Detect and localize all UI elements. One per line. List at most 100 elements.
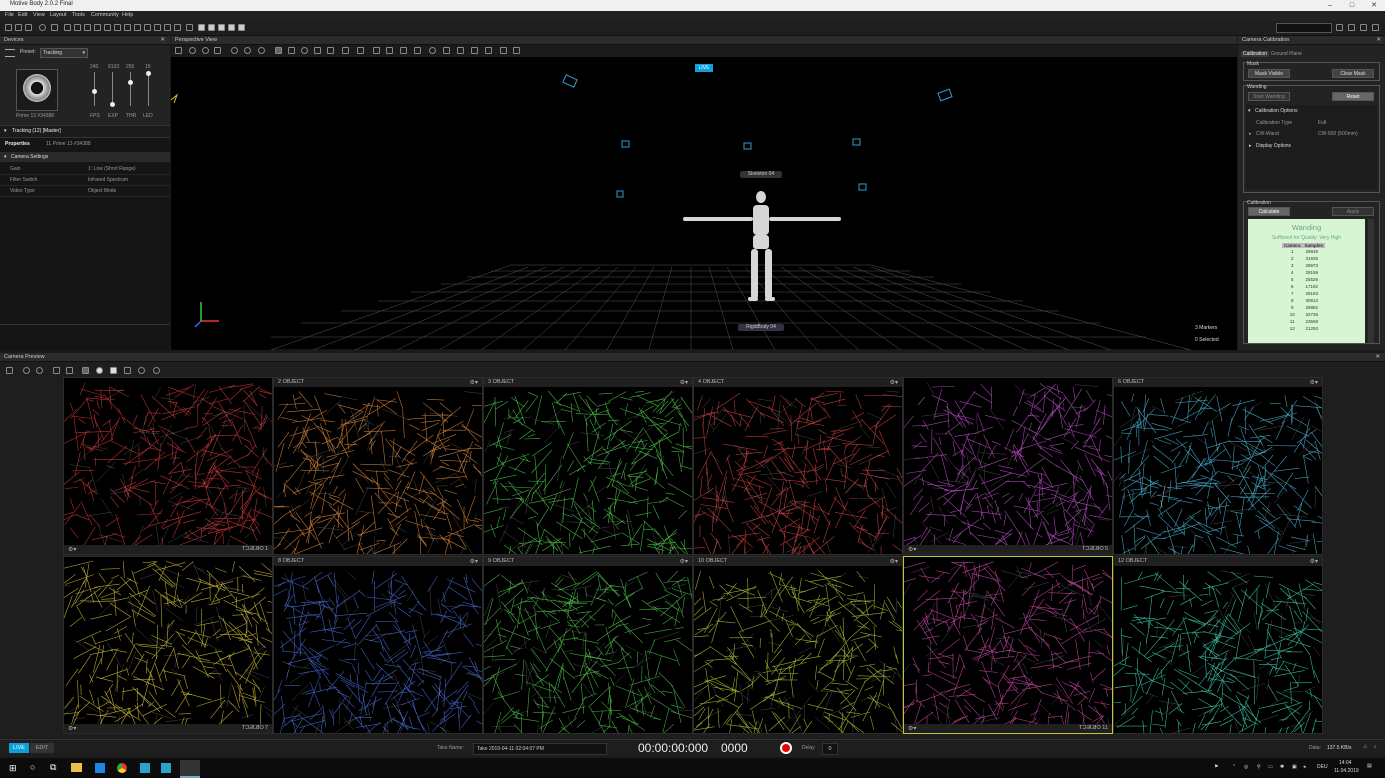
expand-arrow-icon[interactable]: ▸ bbox=[1249, 143, 1252, 149]
camera-tile-12[interactable]: 12 OBJECT ⚙▾ bbox=[1113, 556, 1323, 734]
zoom-out-icon[interactable] bbox=[244, 47, 251, 54]
bone-icon[interactable] bbox=[414, 47, 421, 54]
gear-icon[interactable]: ⚙▾ bbox=[1310, 379, 1318, 388]
exp-handle[interactable] bbox=[110, 102, 115, 107]
camera-view-icon[interactable] bbox=[189, 47, 196, 54]
menu-view[interactable]: View bbox=[33, 12, 45, 18]
pivot-icon[interactable] bbox=[342, 47, 349, 54]
maximize-button[interactable]: □ bbox=[1341, 0, 1363, 11]
tracking-group-row[interactable]: ▾ Tracking (12) [Master] bbox=[0, 125, 170, 137]
mask-circle-icon[interactable] bbox=[96, 367, 103, 374]
layout-5-icon[interactable] bbox=[238, 24, 245, 31]
menu-tools[interactable]: Tools bbox=[72, 12, 85, 18]
expand-arrow-icon[interactable]: ▸ bbox=[1249, 131, 1252, 137]
align-icon[interactable] bbox=[357, 47, 364, 54]
gear-icon[interactable]: ⚙▾ bbox=[908, 546, 916, 554]
rigid-body-label[interactable]: RigidBody 04 bbox=[738, 324, 784, 331]
gear-icon[interactable]: ⚙▾ bbox=[470, 379, 478, 388]
video-icon[interactable] bbox=[214, 47, 221, 54]
window-4-icon[interactable] bbox=[1372, 24, 1379, 31]
camera-tile-9[interactable]: 9 OBJECT ⚙▾ bbox=[483, 556, 693, 734]
warning-icon[interactable]: ⚠ bbox=[1363, 744, 1367, 750]
settings-icon[interactable] bbox=[174, 24, 181, 31]
bluetooth-icon[interactable]: ✱ bbox=[1280, 764, 1284, 770]
skeleton-label[interactable]: Skeleton 04 bbox=[740, 171, 782, 178]
arrange-icon[interactable] bbox=[386, 47, 393, 54]
collapse-arrow-icon[interactable]: ▾ bbox=[1248, 108, 1251, 114]
tab-calibration[interactable]: Calibration bbox=[1241, 51, 1269, 57]
camera-thumbnail[interactable] bbox=[16, 69, 58, 111]
gear-icon[interactable]: ⚙▾ bbox=[470, 558, 478, 567]
camera-tile-6[interactable]: 6 OBJECT ⚙▾ bbox=[1113, 377, 1323, 555]
task-view-icon[interactable]: ⧉ bbox=[50, 762, 56, 773]
minimize-button[interactable]: – bbox=[1319, 0, 1341, 11]
force-plate-icon[interactable] bbox=[485, 47, 492, 54]
marker-set-icon[interactable] bbox=[443, 47, 450, 54]
tools-icon[interactable] bbox=[144, 24, 151, 31]
close-icon[interactable]: ✕ bbox=[1376, 36, 1381, 45]
tab-ground-plane[interactable]: Ground Plane bbox=[1271, 51, 1302, 57]
zoom-out-icon[interactable] bbox=[36, 367, 43, 374]
close-button[interactable]: ✕ bbox=[1363, 0, 1385, 11]
action-center-icon[interactable]: ▤ bbox=[1367, 763, 1372, 769]
motive-app-icon[interactable] bbox=[140, 763, 150, 773]
wand-value[interactable]: CW-500 (500mm) bbox=[1318, 131, 1358, 137]
windows-start-icon[interactable]: ⊞ bbox=[9, 763, 17, 774]
menu-edit[interactable]: Edit bbox=[18, 12, 27, 18]
perspective-view[interactable]: Perspective View LIVE Skeleton 04 RigidB… bbox=[171, 36, 1237, 350]
gear-icon[interactable]: ⚙▾ bbox=[908, 725, 916, 733]
clear-mask-button[interactable]: Clear Mask bbox=[1332, 69, 1374, 78]
stream-icon[interactable] bbox=[186, 24, 193, 31]
clock-time[interactable]: 14:04 bbox=[1339, 760, 1352, 766]
language-indicator[interactable]: DEU bbox=[1317, 764, 1328, 770]
video-icon[interactable] bbox=[154, 24, 161, 31]
chrome-icon[interactable] bbox=[117, 763, 127, 773]
calibration-icon[interactable] bbox=[74, 24, 81, 31]
camera-icon[interactable] bbox=[64, 24, 71, 31]
thr-handle[interactable] bbox=[128, 80, 133, 85]
preset-select[interactable]: Tracking ▾ bbox=[40, 48, 88, 58]
cameras-icon[interactable] bbox=[500, 47, 507, 54]
gear-icon[interactable]: ⚙▾ bbox=[68, 725, 76, 733]
property-value[interactable]: Infrared Spectrum bbox=[88, 177, 128, 183]
record-settings-icon[interactable] bbox=[39, 24, 46, 31]
active-app-icon[interactable] bbox=[180, 760, 200, 778]
skeleton-icon[interactable] bbox=[471, 47, 478, 54]
camera-tile-2[interactable]: 2 OBJECT ⚙▾ bbox=[273, 377, 483, 555]
edit-button[interactable]: EDIT bbox=[30, 743, 54, 753]
calibration-type-value[interactable]: Full bbox=[1318, 120, 1326, 126]
take-name-input[interactable]: Take 2019-04-11 02:04:07 PM bbox=[473, 743, 607, 755]
led-handle[interactable] bbox=[146, 71, 151, 76]
window-1-icon[interactable] bbox=[1336, 24, 1343, 31]
marker-icon[interactable] bbox=[124, 24, 131, 31]
select-icon[interactable] bbox=[82, 367, 89, 374]
zoom-fit-icon[interactable] bbox=[258, 47, 265, 54]
property-row[interactable]: Filter Switch Infrared Spectrum bbox=[0, 175, 170, 186]
property-row[interactable]: Video Type Object Mode bbox=[0, 186, 170, 197]
record-button[interactable] bbox=[780, 742, 792, 754]
reset-button[interactable]: Reset bbox=[1332, 92, 1374, 101]
menu-community[interactable]: Community bbox=[91, 12, 119, 18]
expand-icon[interactable] bbox=[134, 24, 141, 31]
window-3-icon[interactable] bbox=[1360, 24, 1367, 31]
menu-help[interactable]: Help bbox=[122, 12, 133, 18]
pen-icon[interactable] bbox=[124, 367, 131, 374]
mask-visible-button[interactable]: Mask Visible bbox=[1248, 69, 1290, 78]
usb-icon[interactable]: ⚲ bbox=[1257, 764, 1261, 770]
visibility-icon[interactable] bbox=[429, 47, 436, 54]
layout-3-icon[interactable] bbox=[218, 24, 225, 31]
graph-icon[interactable] bbox=[164, 24, 171, 31]
layout-4-icon[interactable] bbox=[228, 24, 235, 31]
gear-icon[interactable]: ⚙▾ bbox=[680, 558, 688, 567]
eye-icon[interactable] bbox=[153, 367, 160, 374]
notification-icon[interactable]: ♫ bbox=[1373, 744, 1377, 750]
display-icon[interactable]: ▣ bbox=[1292, 764, 1297, 770]
network-icon[interactable]: ◎ bbox=[1244, 764, 1248, 770]
save-all-icon[interactable] bbox=[25, 24, 32, 31]
select-icon[interactable] bbox=[275, 47, 282, 54]
distribute-icon[interactable] bbox=[373, 47, 380, 54]
camera-settings-section[interactable]: ▾ Camera Settings bbox=[0, 152, 170, 162]
close-icon[interactable]: ✕ bbox=[1375, 353, 1380, 362]
snap-icon[interactable] bbox=[400, 47, 407, 54]
gear-icon[interactable]: ⚙▾ bbox=[680, 379, 688, 388]
